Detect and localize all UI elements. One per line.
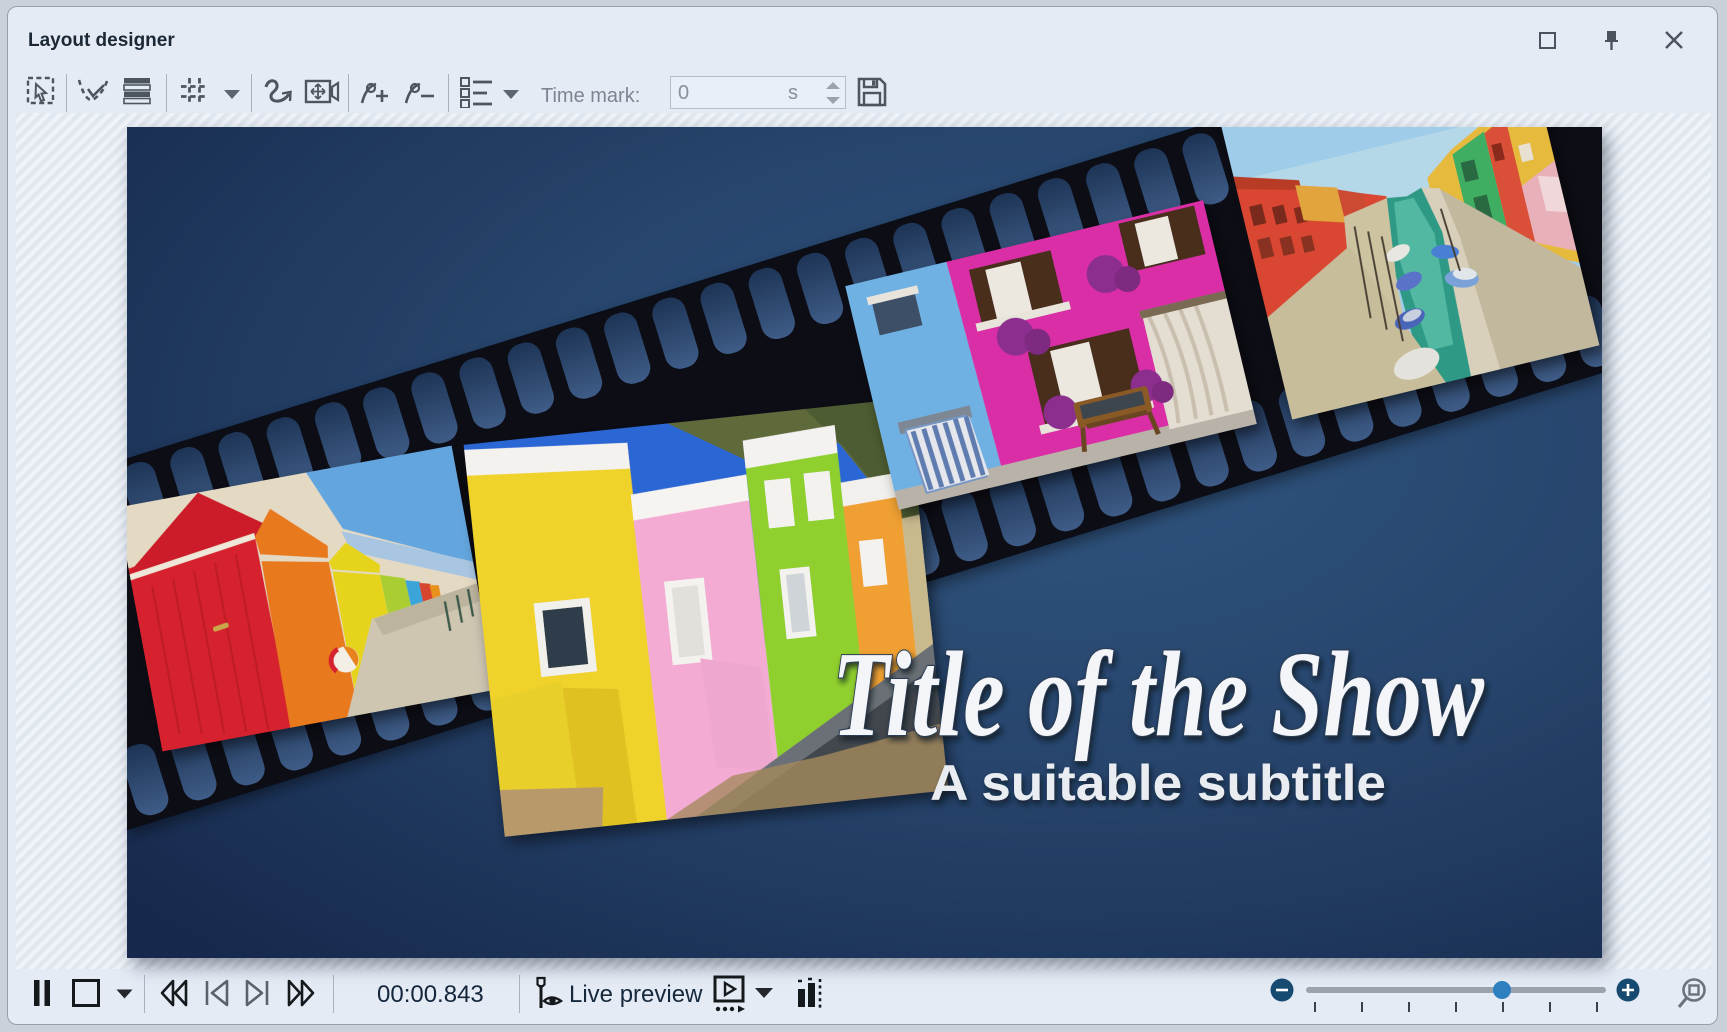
svg-text:Title of the Show: Title of the Show bbox=[832, 627, 1484, 762]
svg-text:A suitable subtitle: A suitable subtitle bbox=[930, 755, 1386, 811]
